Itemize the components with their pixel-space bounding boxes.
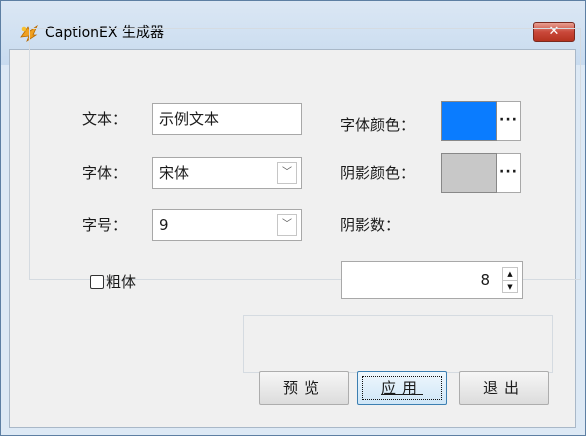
spin-up-icon[interactable]: ▲ <box>503 268 517 280</box>
chevron-down-icon[interactable]: ﹀ <box>277 214 297 236</box>
font-select-value: 宋体 <box>159 164 190 182</box>
font-color-label: 字体颜色： <box>340 116 416 134</box>
shadow-color-swatch[interactable] <box>441 153 497 193</box>
button-group-box <box>243 315 553 373</box>
font-select[interactable]: 宋体 ﹀ <box>152 157 302 189</box>
shadow-color-label: 阴影颜色： <box>340 164 416 182</box>
text-input[interactable]: 示例文本 <box>152 103 302 135</box>
size-label: 字号： <box>82 216 128 234</box>
preview-button-label: 预览 <box>282 379 325 397</box>
chevron-down-icon[interactable]: ﹀ <box>277 162 297 184</box>
apply-button[interactable]: 应用 <box>357 371 447 405</box>
bold-checkbox[interactable] <box>90 275 104 289</box>
font-color-swatch[interactable] <box>441 101 497 141</box>
preview-button[interactable]: 预览 <box>259 371 349 405</box>
shadow-count-label: 阴影数： <box>340 216 401 234</box>
text-label: 文本： <box>82 110 128 128</box>
caption-generator-window: CaptionEX 生成器 ✕ 文本： 示例文本 字体： 宋体 ﹀ 字号： 9 … <box>0 0 586 436</box>
apply-button-label: 应用 <box>380 379 423 397</box>
spin-down-icon[interactable]: ▼ <box>503 280 517 293</box>
font-color-picker-button[interactable]: ··· <box>497 101 521 141</box>
shadow-count-spinner[interactable]: 8 ▲ ▼ <box>341 261 523 299</box>
font-label: 字体： <box>82 164 128 182</box>
shadow-count-value: 8 <box>480 271 490 289</box>
shadow-color-picker-button[interactable]: ··· <box>497 153 521 193</box>
exit-button-label: 退出 <box>482 379 525 397</box>
bold-label: 粗体 <box>106 273 137 291</box>
size-select-value: 9 <box>159 216 169 234</box>
spinner-buttons: ▲ ▼ <box>502 267 518 293</box>
exit-button[interactable]: 退出 <box>459 371 549 405</box>
size-select[interactable]: 9 ﹀ <box>152 209 302 241</box>
